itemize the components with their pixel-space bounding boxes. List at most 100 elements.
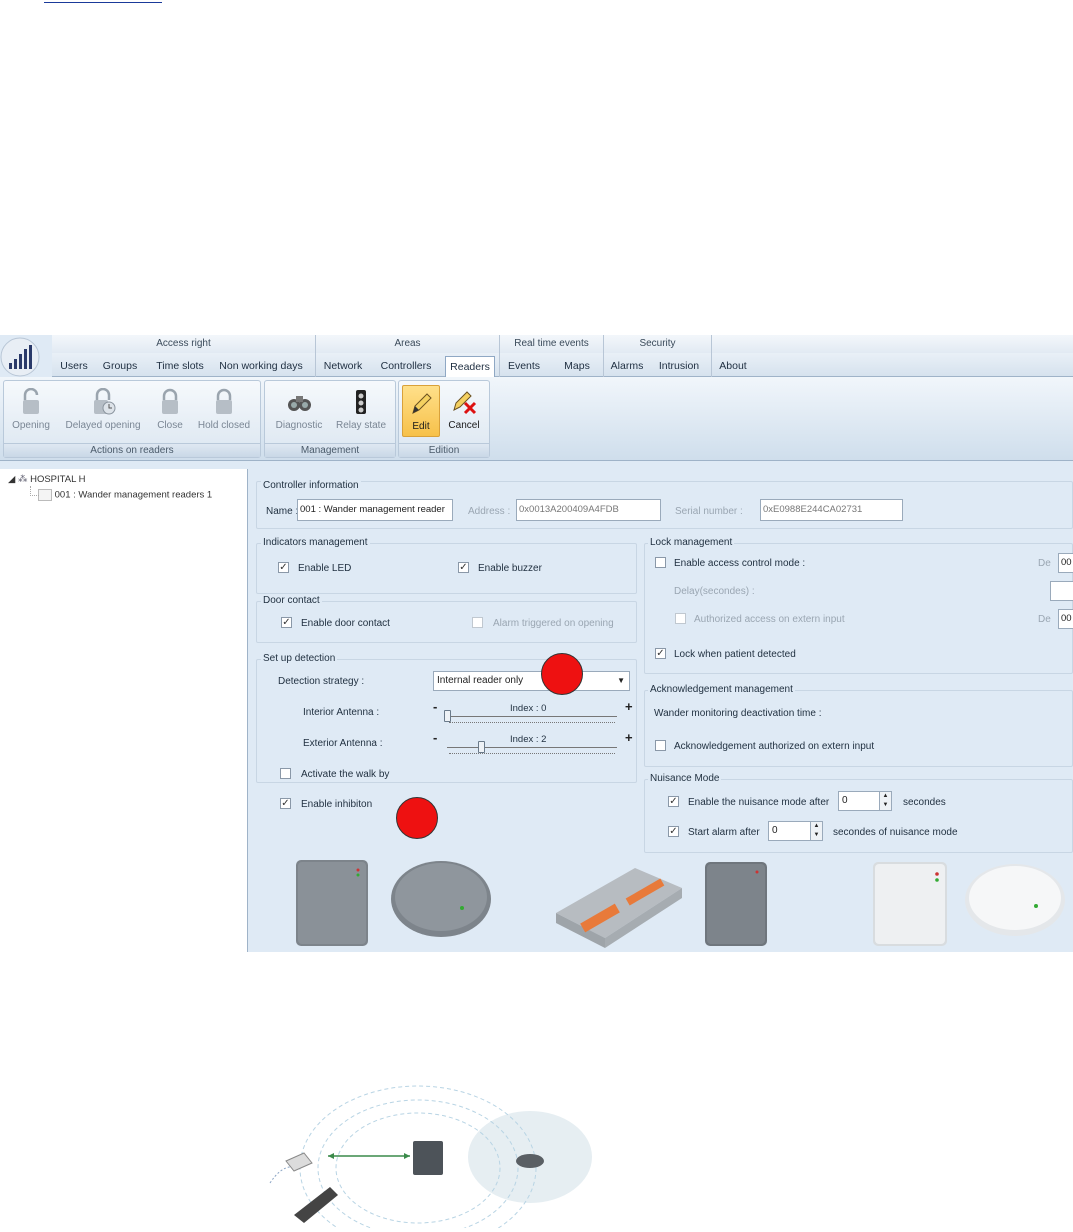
address-label: Address : (468, 506, 511, 517)
detection-strategy-label: Detection strategy : (278, 676, 365, 687)
tab-controllers[interactable]: Controllers (376, 356, 436, 377)
site-tree: ◢ ⁂ HOSPITAL H 001 : Wander management r… (0, 469, 248, 952)
detection-strategy-select[interactable]: Internal reader only ▼ (433, 671, 630, 691)
walk-by-label: Activate the walk by (301, 769, 390, 780)
enable-buzzer-label: Enable buzzer (478, 563, 542, 574)
exterior-slider-track[interactable] (447, 747, 617, 748)
nuisance-enable-unit: secondes (903, 797, 946, 808)
hold-closed-button[interactable]: Hold closed (192, 385, 256, 437)
reader-devices-illustration (296, 860, 1065, 948)
relay-state-button[interactable]: Relay state (331, 385, 391, 437)
interior-minus-button[interactable]: - (433, 699, 437, 714)
pencil-cancel-icon (453, 391, 477, 415)
de-label: De (1038, 558, 1051, 569)
deactivation-time-label: Wander monitoring deactivation time : (654, 708, 822, 719)
actions-group-label: Actions on readers (4, 443, 260, 457)
tab-non-working-days[interactable]: Non working days (214, 356, 308, 377)
diagnostic-button[interactable]: Diagnostic (269, 385, 329, 437)
alarm-triggered-checkbox[interactable] (472, 617, 483, 628)
interior-slider-thumb[interactable] (444, 710, 451, 722)
locked-padlock-icon (216, 388, 232, 414)
nuisance-enable-spinner[interactable]: 0 ▲ ▼ (838, 791, 892, 811)
tree-expand-icon[interactable]: ◢ (8, 474, 15, 485)
ack-extern-checkbox[interactable] (655, 740, 666, 751)
tab-readers[interactable]: Readers (445, 356, 495, 378)
name-field[interactable]: 001 : Wander management reader (297, 499, 453, 521)
spin-up-icon[interactable]: ▲ (810, 822, 822, 831)
serial-number-field[interactable]: 0xE0988E244CA02731 (760, 499, 903, 521)
network-icon: ⁂ (17, 474, 28, 485)
authorized-extern-checkbox[interactable] (675, 613, 686, 624)
lock-patient-checkbox[interactable]: ✓ (655, 648, 666, 659)
exterior-plus-button[interactable]: + (625, 730, 633, 745)
hold-closed-label: Hold closed (197, 420, 251, 431)
controller-info-title: Controller information (261, 480, 361, 491)
delay-seconds-field[interactable] (1050, 581, 1073, 601)
cancel-button[interactable]: Cancel (444, 385, 484, 437)
exterior-slider-thumb[interactable] (478, 741, 485, 753)
interior-slider-track[interactable] (447, 716, 617, 717)
app-logo-icon[interactable] (0, 335, 45, 379)
exterior-slider-ticks (449, 753, 615, 755)
controller-module-image (556, 868, 682, 948)
enable-buzzer-checkbox[interactable]: ✓ (458, 562, 469, 573)
enable-door-contact-checkbox[interactable]: ✓ (281, 617, 292, 628)
de-label: De (1038, 614, 1051, 625)
name-label: Name : (266, 506, 299, 517)
tab-intrusion[interactable]: Intrusion (654, 356, 704, 377)
start-alarm-value: 0 (772, 825, 778, 836)
tab-events[interactable]: Events (502, 356, 546, 377)
tab-about[interactable]: About (714, 356, 752, 377)
lock-patient-label: Lock when patient detected (674, 649, 796, 660)
spin-up-icon[interactable]: ▲ (879, 792, 891, 801)
tab-network[interactable]: Network (318, 356, 368, 377)
actions-on-readers-group: Opening Delayed opening Close Hold close… (3, 380, 261, 458)
tab-alarms[interactable]: Alarms (606, 356, 648, 377)
door-contact-title: Door contact (261, 595, 322, 606)
clock-padlock-icon (94, 388, 116, 415)
access-control-mode-checkbox[interactable] (655, 557, 666, 568)
group-security: Security (604, 335, 712, 353)
start-alarm-unit: secondes of nuisance mode (833, 827, 958, 838)
annotation-marker-red (396, 797, 438, 839)
reader-node-icon (38, 489, 52, 501)
tree-item-reader[interactable]: 001 : Wander management readers 1 (38, 489, 212, 501)
inhibiton-checkbox[interactable]: ✓ (280, 798, 291, 809)
start-alarm-checkbox[interactable]: ✓ (668, 826, 679, 837)
close-button[interactable]: Close (152, 385, 188, 437)
authorized-extern-label: Authorized access on extern input (694, 614, 845, 625)
enable-led-checkbox[interactable]: ✓ (278, 562, 289, 573)
tab-time-slots[interactable]: Time slots (150, 356, 210, 377)
tree-item-label: 001 : Wander management readers 1 (54, 489, 213, 501)
address-field[interactable]: 0x0013A200409A4FDB (516, 499, 661, 521)
acknowledgement-box (644, 690, 1073, 767)
dark-reader-image (705, 862, 767, 946)
spin-down-icon[interactable]: ▼ (879, 801, 891, 810)
opening-button[interactable]: Opening (8, 385, 54, 437)
exterior-minus-button[interactable]: - (433, 730, 437, 745)
tab-maps[interactable]: Maps (558, 356, 596, 377)
locked-padlock-icon (162, 388, 178, 414)
tree-root-hospital[interactable]: ◢ ⁂ HOSPITAL H (8, 474, 86, 485)
delay-seconds-label: Delay(secondes) : (674, 586, 755, 597)
annotation-marker-red (541, 653, 583, 695)
delayed-opening-button[interactable]: Delayed opening (60, 385, 146, 437)
nuisance-enable-checkbox[interactable]: ✓ (668, 796, 679, 807)
spin-down-icon[interactable]: ▼ (810, 831, 822, 840)
alarm-triggered-label: Alarm triggered on opening (493, 618, 614, 629)
delayed-opening-label: Delayed opening (65, 420, 141, 431)
start-alarm-label: Start alarm after (688, 827, 760, 838)
tab-users[interactable]: Users (54, 356, 94, 377)
start-alarm-spinner[interactable]: 0 ▲ ▼ (768, 821, 823, 841)
diagnostic-label: Diagnostic (275, 420, 323, 431)
tab-groups[interactable]: Groups (98, 356, 142, 377)
group-real-time-events: Real time events (500, 335, 604, 353)
access-control-mode-label: Enable access control mode : (674, 558, 806, 569)
walk-by-checkbox[interactable] (280, 768, 291, 779)
edit-button[interactable]: Edit (402, 385, 440, 437)
de-field[interactable]: 00 (1058, 609, 1073, 629)
de-field[interactable]: 00 (1058, 553, 1073, 573)
bracelet-icon (294, 1187, 338, 1223)
interior-plus-button[interactable]: + (625, 699, 633, 714)
ribbon-toolbar: Opening Delayed opening Close Hold close… (0, 377, 1073, 461)
